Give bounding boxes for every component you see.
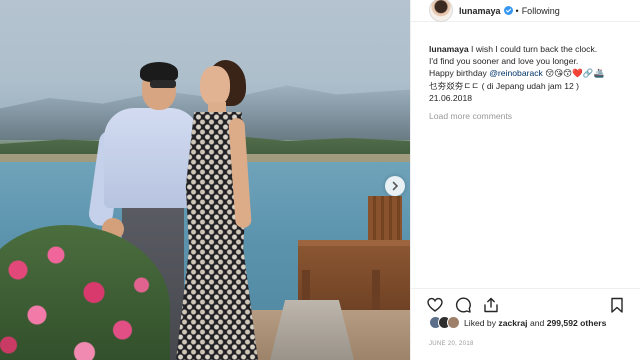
header-username[interactable]: lunamaya <box>459 6 501 16</box>
avatar[interactable] <box>429 0 453 22</box>
post-caption: lunamaya I wish I could turn back the cl… <box>429 43 629 104</box>
likes-count[interactable]: 299,592 others <box>547 318 607 328</box>
post-side-panel: lunamaya • Following lunamaya I wish I c… <box>410 0 640 360</box>
woman-figure <box>170 60 260 360</box>
likes-row: Liked by zackraj and 299,592 others <box>429 316 606 329</box>
caption-line-3: Happy birthday @reinobarack 😚😘😙❤️🔗🚢 <box>429 67 629 79</box>
avatar[interactable] <box>447 316 460 329</box>
chevron-right-icon <box>392 181 399 191</box>
header-separator: • <box>515 5 519 16</box>
comment-button[interactable] <box>455 297 471 313</box>
post-photo[interactable] <box>0 0 410 360</box>
caption-text-4: 乜夯㸚夯ㄷㄷ ( di Jepang udah jam 12 ) <box>429 80 580 91</box>
bookmark-icon <box>611 297 623 313</box>
caption-date-text: 21.06.2018 <box>429 92 473 103</box>
post-header: lunamaya • Following <box>411 0 640 22</box>
share-button[interactable] <box>483 297 499 313</box>
verified-badge-icon <box>503 6 513 15</box>
like-button[interactable] <box>427 297 443 313</box>
comment-icon <box>455 297 471 313</box>
caption-text-3-suffix: 😚😘😙❤️🔗🚢 <box>542 68 605 79</box>
following-button[interactable]: Following <box>522 6 560 16</box>
save-button[interactable] <box>609 297 625 313</box>
caption-username[interactable]: lunamaya <box>429 44 469 54</box>
caption-text-1: I wish I could turn back the clock. <box>468 44 598 54</box>
caption-line-1: lunamaya I wish I could turn back the cl… <box>429 43 629 55</box>
woman-head <box>200 66 230 106</box>
heart-icon <box>427 297 443 312</box>
share-icon <box>484 297 498 313</box>
wooden-chair <box>368 196 402 244</box>
load-more-comments-link[interactable]: Load more comments <box>429 111 512 121</box>
action-bar <box>411 288 640 318</box>
post-date: JUNE 20, 2018 <box>429 341 474 347</box>
caption-text-3-prefix: Happy birthday <box>429 68 490 79</box>
next-image-button[interactable] <box>385 176 405 196</box>
caption-mention-link[interactable]: @reinobarack <box>489 68 543 78</box>
caption-text-2: I'd find you sooner and love you longer. <box>429 56 579 67</box>
likes-middle: and <box>527 317 547 328</box>
likes-prefix: Liked by <box>464 317 499 328</box>
likes-summary[interactable]: Liked by zackraj and 299,592 others <box>464 318 606 328</box>
likes-user[interactable]: zackraj <box>498 318 527 328</box>
liker-avatars <box>429 316 460 329</box>
